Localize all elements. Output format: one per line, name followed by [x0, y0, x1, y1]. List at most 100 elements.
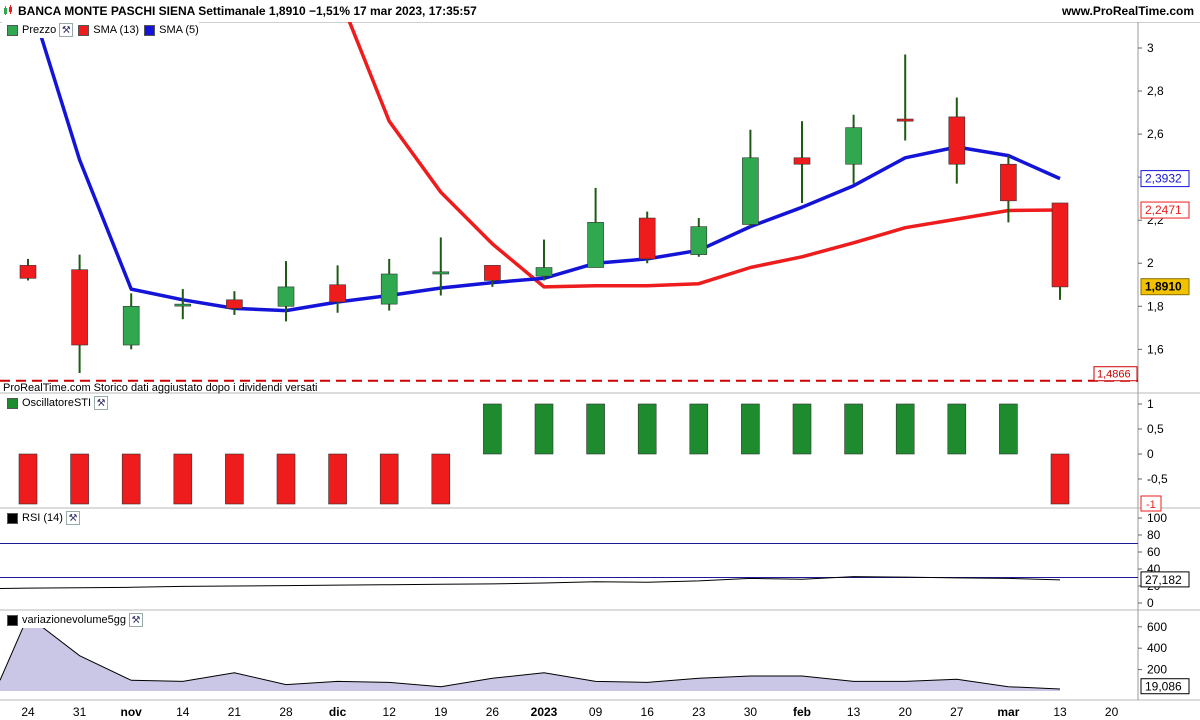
value-label: 27,182	[1145, 573, 1182, 587]
dividend-note: ProRealTime.com Storico dati aggiustato …	[3, 382, 318, 394]
x-tick-label: 12	[383, 705, 397, 719]
y-tick-label: 600	[1147, 620, 1167, 634]
osc-bar	[225, 453, 244, 505]
osc-bar	[276, 453, 296, 505]
candle-body	[484, 265, 501, 281]
y-tick-label: 0,5	[1147, 422, 1164, 436]
candle-body	[19, 265, 37, 279]
sma5-swatch	[144, 24, 156, 36]
osc-bar	[741, 403, 760, 455]
candle-body	[793, 157, 811, 165]
y-tick-label: 100	[1147, 511, 1167, 525]
chart-area[interactable]: 1,61,822,22,42,62,831,48662,39322,24711,…	[0, 22, 1200, 720]
value-label: 2,2471	[1145, 203, 1182, 217]
osc-bar	[18, 453, 38, 505]
sma13-swatch	[78, 24, 90, 36]
x-tick-label: 14	[176, 705, 190, 719]
osc-bar	[586, 403, 605, 455]
price-legend[interactable]: Prezzo ⚒ SMA (13) SMA (5)	[2, 22, 199, 38]
value-label: -1	[1146, 499, 1156, 511]
price-label: Prezzo	[22, 24, 57, 36]
instrument-title: BANCA MONTE PASCHI SIENA Settimanale 1,8…	[18, 4, 477, 18]
osc-bar	[844, 403, 863, 455]
candle-body	[277, 286, 295, 307]
x-tick-label: 09	[589, 705, 603, 719]
chart-header: BANCA MONTE PASCHI SIENA Settimanale 1,8…	[0, 0, 1200, 23]
rsi-swatch	[7, 512, 18, 524]
y-tick-label: 1,6	[1147, 342, 1164, 356]
y-tick-label: 0	[1147, 596, 1154, 610]
y-tick-label: 2,8	[1147, 84, 1164, 98]
osc-bar	[792, 403, 812, 455]
y-tick-label: 200	[1147, 663, 1167, 677]
candle-body	[948, 116, 966, 165]
site-link[interactable]: www.ProRealTime.com	[1062, 4, 1194, 18]
osc-bar	[379, 453, 399, 505]
x-tick-label: 24	[21, 705, 35, 719]
osc-label: OscillatoreSTI	[22, 397, 92, 409]
y-tick-label: 60	[1147, 545, 1161, 559]
wrench-icon[interactable]: ⚒	[65, 511, 80, 525]
rsi-legend[interactable]: RSI (14) ⚒	[2, 510, 80, 526]
osc-bar	[1050, 453, 1070, 505]
candle-body	[1000, 163, 1017, 202]
x-tick-label: 31	[73, 705, 87, 719]
x-tick-label: feb	[793, 705, 811, 719]
reference-value-label: 1,4866	[1097, 369, 1131, 381]
x-tick-label: 27	[950, 705, 964, 719]
candle-body	[845, 127, 862, 165]
osc-bar	[895, 403, 915, 455]
y-tick-label: 0	[1147, 447, 1154, 461]
osc-bar	[999, 403, 1018, 455]
osc-bar	[70, 453, 89, 505]
osc-swatch	[7, 397, 18, 409]
x-tick-label: 20	[1105, 705, 1119, 719]
y-tick-label: 80	[1147, 528, 1161, 542]
volume-area	[0, 616, 1060, 691]
candle-body	[690, 226, 708, 255]
value-label: 2,3932	[1145, 172, 1182, 186]
x-tick-label: 13	[847, 705, 861, 719]
y-tick-label: 400	[1147, 641, 1167, 655]
x-tick-label: mar	[997, 705, 1019, 719]
osc-bar	[173, 453, 193, 505]
x-tick-label: 26	[486, 705, 500, 719]
osc-bar	[483, 403, 502, 455]
value-label: 19,086	[1145, 680, 1182, 694]
candle-body	[896, 118, 914, 122]
x-tick-label: 13	[1053, 705, 1067, 719]
price-swatch	[7, 24, 18, 36]
candle-body	[380, 273, 398, 305]
x-tick-label: 19	[434, 705, 448, 719]
x-tick-label: dic	[329, 705, 347, 719]
x-tick-label: 28	[279, 705, 293, 719]
rsi-label: RSI (14)	[22, 512, 63, 524]
candle-body	[742, 157, 759, 225]
candlestick-logo-icon	[4, 5, 12, 15]
wrench-icon[interactable]: ⚒	[94, 396, 109, 410]
x-tick-label: 21	[228, 705, 242, 719]
candle-body	[535, 267, 553, 277]
candle-body	[329, 284, 346, 303]
wrench-icon[interactable]: ⚒	[59, 23, 74, 37]
candle-body	[122, 305, 140, 346]
x-tick-label: 2023	[531, 705, 558, 719]
y-tick-label: 1	[1147, 397, 1154, 411]
wrench-icon[interactable]: ⚒	[128, 613, 143, 627]
rsi-line	[0, 576, 1061, 589]
volume-legend[interactable]: variazionevolume5gg ⚒	[2, 612, 143, 628]
value-label: 1,8910	[1145, 280, 1182, 294]
volume-swatch	[7, 614, 18, 626]
candle-body	[1051, 202, 1069, 288]
candle-body	[174, 303, 192, 307]
candle-body	[638, 217, 656, 260]
x-tick-label: nov	[121, 705, 143, 719]
osc-bar	[947, 403, 967, 455]
osc-bar	[534, 403, 554, 455]
y-tick-label: -0,5	[1147, 472, 1168, 486]
volume-label: variazionevolume5gg	[22, 614, 126, 626]
candle-body	[226, 299, 243, 309]
x-tick-label: 20	[899, 705, 913, 719]
osc-legend[interactable]: OscillatoreSTI ⚒	[2, 395, 109, 411]
candle-body	[432, 271, 450, 275]
